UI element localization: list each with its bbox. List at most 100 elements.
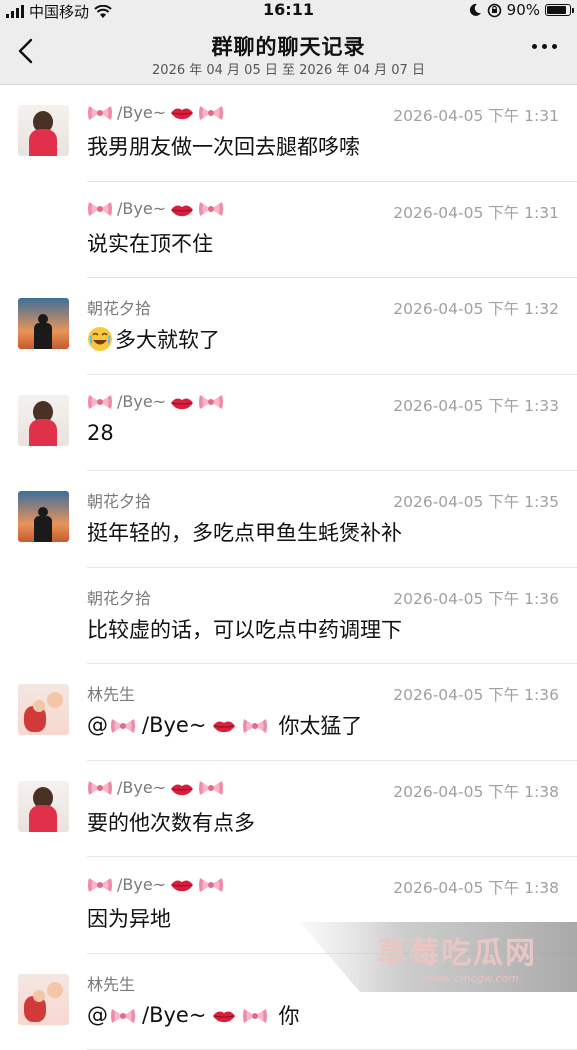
mention[interactable]: /Bye~ <box>110 1003 268 1027</box>
message-text: 比较虚的话，可以吃点中药调理下 <box>87 614 402 644</box>
bow-icon <box>198 392 224 413</box>
mention-at: @ <box>87 1003 108 1027</box>
message-body: 要的他次数有点多 <box>87 807 255 837</box>
lips-icon <box>212 713 236 737</box>
message-list[interactable]: /Bye~ 2026-04-05 下午 1:31 我男朋友做一次回去腿都哆嗦/Bye… <box>0 85 577 1050</box>
lips-icon <box>170 103 194 122</box>
message-time: 2026-04-05 下午 1:31 <box>393 201 559 223</box>
avatar[interactable] <box>18 298 69 349</box>
nav-bar: 群聊的聊天记录 2026 年 04 月 05 日 至 2026 年 04 月 0… <box>0 22 577 85</box>
message-time: 2026-04-05 下午 1:31 <box>393 104 559 126</box>
message-item[interactable]: /Bye~ 2026-04-05 下午 1:33 28 <box>0 375 577 472</box>
sender-name: /Bye~ <box>87 874 224 895</box>
bow-icon <box>198 102 224 123</box>
sender-name-text: /Bye~ <box>117 103 166 122</box>
message-item[interactable]: 朝花夕拾 2026-04-05 下午 1:35 挺年轻的，多吃点甲鱼生蚝煲补补 <box>0 471 577 568</box>
lips-icon <box>170 778 194 797</box>
message-text: 多大就软了 <box>87 324 220 354</box>
more-options-icon[interactable] <box>532 44 557 49</box>
message-body: 28 <box>87 421 114 445</box>
message-body: 多大就软了 <box>115 324 220 354</box>
battery-percent: 90% <box>507 1 540 19</box>
laughing-emoji-icon <box>87 326 113 352</box>
message-item[interactable]: /Bye~ 2026-04-05 下午 1:38 要的他次数有点多 <box>0 761 577 858</box>
mention[interactable]: /Bye~ <box>110 713 268 737</box>
orientation-lock-icon <box>487 3 502 18</box>
sender-name: 朝花夕拾 <box>87 295 151 319</box>
mention-name: /Bye~ <box>142 713 206 737</box>
bow-icon <box>198 199 224 220</box>
sender-name-text: 林先生 <box>87 681 135 705</box>
sender-name-text: 林先生 <box>87 971 135 995</box>
message-time: 2026-04-05 下午 1:32 <box>393 297 559 319</box>
message-time: 2026-04-05 下午 1:33 <box>393 394 559 416</box>
avatar[interactable] <box>18 974 69 1025</box>
sender-name-text: /Bye~ <box>117 778 166 797</box>
date-range: 2026 年 04 月 05 日 至 2026 年 04 月 07 日 <box>0 59 577 78</box>
page-title: 群聊的聊天记录 <box>0 31 577 61</box>
message-item[interactable]: 朝花夕拾 2026-04-05 下午 1:36 比较虚的话，可以吃点中药调理下 <box>0 568 577 665</box>
message-text: 挺年轻的，多吃点甲鱼生蚝煲补补 <box>87 517 402 547</box>
sender-name: /Bye~ <box>87 102 224 123</box>
message-time: 2026-04-05 下午 1:36 <box>393 683 559 705</box>
message-item[interactable]: /Bye~ 2026-04-05 下午 1:31 说实在顶不住 <box>0 182 577 279</box>
mention-at: @ <box>87 713 108 737</box>
message-body: 因为异地 <box>87 903 171 933</box>
avatar[interactable] <box>18 395 69 446</box>
bow-icon <box>242 1003 268 1027</box>
status-bar: 中国移动 16:11 90% <box>0 0 577 22</box>
battery-fill <box>547 6 566 14</box>
message-text: @ /Bye~ 你 <box>87 1000 299 1030</box>
bow-icon <box>87 392 113 413</box>
sender-name: 朝花夕拾 <box>87 585 151 609</box>
message-time: 2026-04-05 下午 1:38 <box>393 780 559 802</box>
message-time: 2026-04-05 下午 1:38 <box>393 876 559 898</box>
lips-icon <box>170 392 194 411</box>
sender-name: 林先生 <box>87 971 135 995</box>
lips-icon <box>170 875 194 894</box>
sender-name: 林先生 <box>87 681 135 705</box>
avatar[interactable] <box>18 684 69 735</box>
battery-icon <box>545 4 571 16</box>
message-body: 你太猛了 <box>278 710 362 740</box>
avatar[interactable] <box>18 491 69 542</box>
message-time: 2026-04-05 下午 1:36 <box>393 587 559 609</box>
bow-icon <box>198 874 224 895</box>
message-body: 你 <box>278 1000 299 1030</box>
message-body: 比较虚的话，可以吃点中药调理下 <box>87 614 402 644</box>
bow-icon <box>87 778 113 799</box>
message-item[interactable]: 朝花夕拾 2026-04-05 下午 1:32 多大就软了 <box>0 278 577 375</box>
bow-icon <box>110 1003 136 1027</box>
message-time: 2026-04-05 下午 1:35 <box>393 490 559 512</box>
sender-name-text: 朝花夕拾 <box>87 585 151 609</box>
status-right: 90% <box>468 1 571 19</box>
message-text: 我男朋友做一次回去腿都哆嗦 <box>87 131 360 161</box>
bow-icon <box>198 778 224 799</box>
bow-icon <box>87 199 113 220</box>
avatar[interactable] <box>18 781 69 832</box>
message-text: 28 <box>87 421 114 445</box>
watermark-url: www.cmcgw.com <box>424 972 519 985</box>
sender-name: /Bye~ <box>87 392 224 413</box>
message-item[interactable]: 林先生 2026-04-05 下午 1:36 @ /Bye~ 你太猛了 <box>0 664 577 761</box>
sender-name-text: 朝花夕拾 <box>87 488 151 512</box>
message-body: 我男朋友做一次回去腿都哆嗦 <box>87 131 360 161</box>
sender-name: /Bye~ <box>87 778 224 799</box>
message-text: 要的他次数有点多 <box>87 807 255 837</box>
sender-name: 朝花夕拾 <box>87 488 151 512</box>
message-body: 挺年轻的，多吃点甲鱼生蚝煲补补 <box>87 517 402 547</box>
avatar[interactable] <box>18 105 69 156</box>
lips-icon <box>170 199 194 218</box>
sender-name-text: /Bye~ <box>117 199 166 218</box>
message-text: @ /Bye~ 你太猛了 <box>87 710 362 740</box>
bow-icon <box>242 713 268 737</box>
message-text: 因为异地 <box>87 903 171 933</box>
bow-icon <box>87 874 113 895</box>
sender-name-text: /Bye~ <box>117 392 166 411</box>
message-text: 说实在顶不住 <box>87 228 213 258</box>
watermark: 草莓吃瓜网 www.cmcgw.com <box>300 918 577 996</box>
message-item[interactable]: /Bye~ 2026-04-05 下午 1:31 我男朋友做一次回去腿都哆嗦 <box>0 85 577 182</box>
moon-icon <box>468 3 482 17</box>
mention-name: /Bye~ <box>142 1003 206 1027</box>
lips-icon <box>212 1003 236 1027</box>
